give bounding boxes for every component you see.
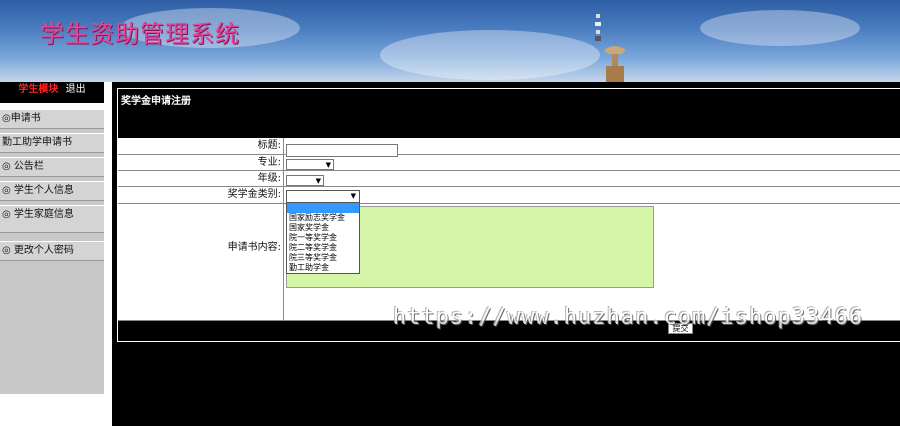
major-select[interactable]: ▼ [286, 159, 334, 170]
scholarship-form: 标题: 专业: ▼ 年级: ▼ 奖学金类别: 申请书内容: [118, 138, 900, 321]
title-label: 标题: [118, 138, 284, 154]
form-row-major: 专业: ▼ [118, 155, 900, 171]
chevron-down-icon: ▼ [350, 192, 356, 200]
cloud-decoration [380, 30, 600, 80]
sidebar-item-work-study[interactable]: 勤工助学申请书 [0, 133, 104, 153]
dropdown-option[interactable]: 国家励志奖学金 [287, 213, 359, 223]
sidebar-item-change-password[interactable]: ◎ 更改个人密码 [0, 241, 104, 261]
form-row-category: 奖学金类别: [118, 187, 900, 204]
cloud-decoration [700, 10, 860, 46]
form-row-grade: 年级: ▼ [118, 171, 900, 187]
grade-label: 年级: [118, 171, 284, 186]
app-title: 学生资助管理系统 [40, 20, 240, 48]
category-select[interactable]: ▼ [287, 191, 359, 203]
content-label: 申请书内容: [118, 204, 284, 320]
dropdown-option[interactable]: 院二等奖学金 [287, 243, 359, 253]
dropdown-option[interactable]: 国家奖学金 [287, 223, 359, 233]
chevron-down-icon: ▼ [325, 161, 331, 169]
main-panel: 奖学金申请注册 标题: 专业: ▼ 年级: ▼ 奖学金类别: 申请书内容: [117, 88, 900, 342]
dropdown-option[interactable]: 院一等奖学金 [287, 233, 359, 243]
sidebar-item-family-info[interactable]: ◎ 学生家庭信息 [0, 205, 104, 233]
sidebar-item-personal-info[interactable]: ◎ 学生个人信息 [0, 181, 104, 201]
sidebar-item-notices[interactable]: ◎ 公告栏 [0, 157, 104, 177]
logout-link[interactable]: 退出 [66, 84, 86, 95]
form-row-content: 申请书内容: [118, 204, 900, 321]
major-label: 专业: [118, 155, 284, 170]
dropdown-option-empty[interactable] [287, 203, 359, 213]
header-banner: 学生资助管理系统 [0, 0, 900, 82]
category-label: 奖学金类别: [118, 187, 284, 203]
sidebar-header: 学生模块 退出 [0, 82, 104, 103]
form-row-title: 标题: [118, 138, 900, 157]
dropdown-option[interactable]: 院三等奖学金 [287, 253, 359, 263]
page-title: 奖学金申请注册 [121, 96, 191, 107]
grade-select[interactable]: ▼ [286, 175, 324, 186]
sidebar: 学生模块 退出 ◎申请书 勤工助学申请书 ◎ 公告栏 ◎ 学生个人信息 ◎ 学生… [0, 82, 104, 394]
statue-icon [604, 46, 626, 82]
left-column: 学生模块 退出 ◎申请书 勤工助学申请书 ◎ 公告栏 ◎ 学生个人信息 ◎ 学生… [0, 82, 112, 426]
module-label: 学生模块 [18, 84, 59, 95]
sidebar-item-application[interactable]: ◎申请书 [0, 109, 104, 129]
chevron-down-icon: ▼ [315, 177, 321, 185]
dropdown-option[interactable]: 勤工助学金 [287, 263, 359, 273]
category-dropdown[interactable]: ▼ 国家励志奖学金 国家奖学金 院一等奖学金 院二等奖学金 院三等奖学金 勤工助… [286, 190, 360, 274]
antenna-icon [595, 14, 601, 41]
watermark-text: https://www.huzhan.com/ishop33466 [393, 305, 864, 330]
